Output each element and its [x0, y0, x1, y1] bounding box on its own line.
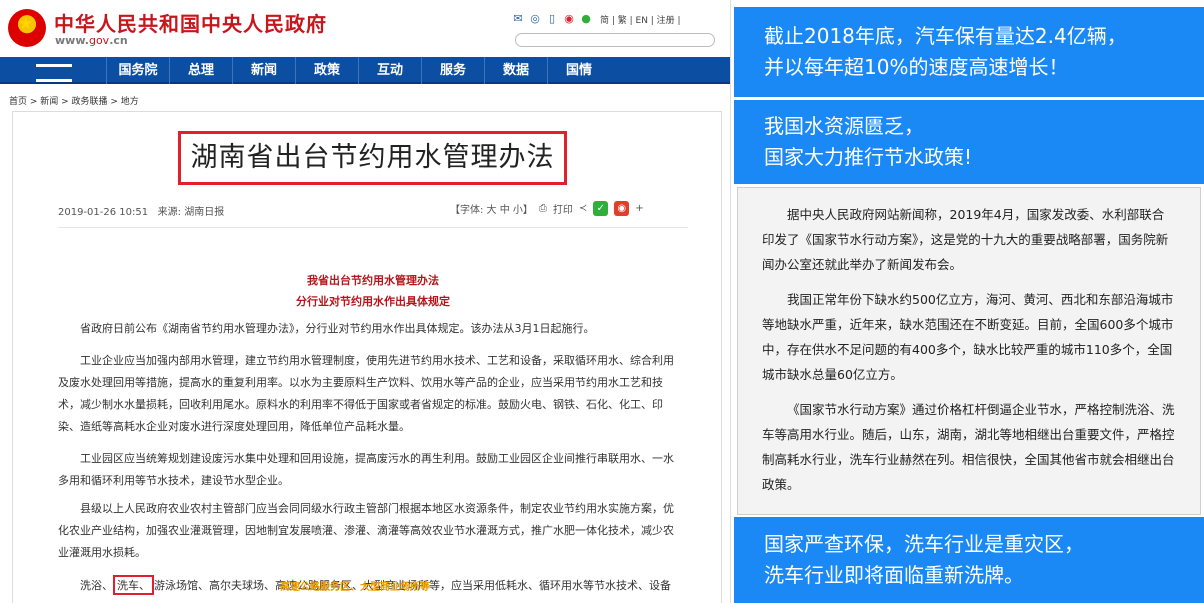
article-paragraph-3: 工业园区应当统筹规划建设废污水集中处理和回用设施，提高废污水的再生利用。鼓励工业… [58, 452, 674, 487]
article-title-highlight: 湖南省出台节约用水管理办法 [178, 131, 567, 185]
site-header: 中华人民共和国中央人民政府 www.gov.cn ✉ ◎ ▯ ◉ ● 简 | 繁… [0, 0, 730, 56]
wechat-icon[interactable]: ● [579, 12, 593, 26]
callout-water-scarcity-text: 我国水资源匮乏， 国家大力推行节水政策! [764, 114, 973, 169]
summary-paragraph-3: 《国家节水行动方案》通过价格杠杆倒逼企业节水，严格控制洗浴、洗车等高用水行业。随… [762, 402, 1175, 492]
wechat-share-icon[interactable]: ✓ [593, 201, 609, 216]
summary-paragraph-2: 我国正常年份下缺水约500亿立方，海河、黄河、西北和东部沿海城市等地缺水严重，近… [762, 292, 1174, 382]
meta-divider [58, 227, 688, 228]
breadcrumb[interactable]: 首页 > 新闻 > 政务联播 > 地方 [9, 94, 139, 107]
more-share-icon[interactable]: + [635, 203, 643, 214]
weibo-share-icon[interactable]: ◉ [614, 201, 630, 216]
weibo-icon[interactable]: ◉ [562, 12, 576, 26]
article-title: 湖南省出台节约用水管理办法 [190, 142, 555, 173]
article-tools: 【字体: 大 中 小】 ⎙ 打印 ≺ ✓ ◉ + [450, 201, 644, 216]
main-nav: 国务院 总理 新闻 政策 互动 服务 数据 国情 [0, 57, 730, 84]
article-source: 来源: 湖南日报 [157, 207, 225, 218]
nav-item-zongli[interactable]: 总理 [169, 57, 232, 84]
article-subheading-1: 我省出台节约用水管理办法 [307, 274, 439, 287]
callout-car-ownership-text: 截止2018年底，汽车保有量达2.4亿辆， 并以每年超10%的速度高速增长！ [764, 24, 1127, 79]
print-button[interactable]: 打印 [553, 201, 573, 216]
font-size-control[interactable]: 【字体: 大 中 小】 [450, 201, 533, 216]
callout-car-ownership: 截止2018年底，汽车保有量达2.4亿辆， 并以每年超10%的速度高速增长！ [734, 7, 1204, 97]
callout-car-wash-industry: 国家严查环保，洗车行业是重灾区， 洗车行业即将面临重新洗牌。 [734, 517, 1204, 603]
article-paragraph-1: 省政府日前公布《湖南省节约用水管理办法》，分行业对节约用水作出具体规定。该办法从… [80, 322, 595, 335]
mail-icon[interactable]: ✉ [511, 12, 525, 26]
callout-car-wash-industry-text: 国家严查环保，洗车行业是重灾区， 洗车行业即将面临重新洗牌。 [764, 532, 1084, 587]
search-input[interactable] [515, 33, 715, 47]
nav-item-guoqing[interactable]: 国情 [547, 57, 610, 84]
article-date: 2019-01-26 10:51 [58, 207, 149, 218]
nav-home-icon[interactable] [0, 57, 106, 84]
site-url-suffix: .cn [109, 34, 128, 47]
nav-item-shuju[interactable]: 数据 [484, 57, 547, 84]
site-title[interactable]: 中华人民共和国中央人民政府 [54, 8, 327, 37]
settings-icon[interactable]: ◎ [528, 12, 542, 26]
print-icon[interactable]: ⎙ [539, 203, 547, 214]
article-date-source: 2019-01-26 10:51 来源: 湖南日报 [58, 203, 224, 218]
news-summary-box: 据中央人民政府网站新闻称，2019年4月，国家发改委、水利部联合印发了《国家节水… [737, 187, 1201, 515]
language-links[interactable]: 简 | 繁 | EN | 注册 | [600, 13, 681, 26]
infographic-panel: 截止2018年底，汽车保有量达2.4亿辆， 并以每年超10%的速度高速增长！ 我… [734, 0, 1204, 603]
header-tools: ✉ ◎ ▯ ◉ ● 简 | 繁 | EN | 注册 | [511, 12, 681, 26]
nav-item-fuwu[interactable]: 服务 [421, 57, 484, 84]
nav-item-zhengce[interactable]: 政策 [295, 57, 358, 84]
article-meta: 2019-01-26 10:51 来源: 湖南日报 【字体: 大 中 小】 ⎙ … [58, 201, 688, 219]
site-url-brand: gov [88, 34, 110, 47]
article-subheading-2: 分行业对节约用水作出具体规定 [296, 295, 450, 308]
highlight-car-wash: 洗车、 [113, 575, 154, 595]
summary-paragraph-1: 据中央人民政府网站新闻称，2019年4月，国家发改委、水利部联合印发了《国家节水… [762, 207, 1169, 272]
site-url[interactable]: www.gov.cn [55, 34, 128, 47]
national-emblem-icon [8, 9, 46, 47]
nav-item-hudong[interactable]: 互动 [358, 57, 421, 84]
mobile-icon[interactable]: ▯ [545, 12, 559, 26]
article-paragraph-4: 县级以上人民政府农业农村主管部门应当会同同级水行政主管部门根据本地区水资源条件，… [58, 502, 674, 559]
overlay-stamp-text: 高速公路服务区、大型商业场所等 [280, 582, 430, 593]
nav-item-xinwen[interactable]: 新闻 [232, 57, 295, 84]
nav-item-guowuyuan[interactable]: 国务院 [106, 57, 169, 84]
paragraph-5-prefix: 洗浴、 [80, 579, 113, 592]
article-paragraph-2: 工业企业应当加强内部用水管理，建立节约用水管理制度，使用先进节约用水技术、工艺和… [58, 354, 674, 433]
gov-webpage-screenshot: 中华人民共和国中央人民政府 www.gov.cn ✉ ◎ ▯ ◉ ● 简 | 繁… [0, 0, 731, 603]
share-icon[interactable]: ≺ [579, 203, 587, 214]
callout-water-scarcity: 我国水资源匮乏， 国家大力推行节水政策! [734, 100, 1204, 184]
site-url-prefix: www. [55, 34, 89, 47]
